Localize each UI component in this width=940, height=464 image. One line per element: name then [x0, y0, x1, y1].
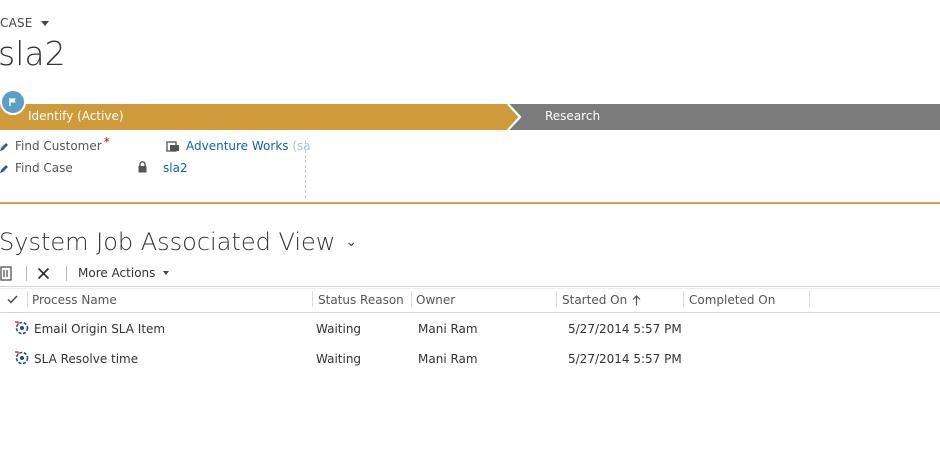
- view-selector[interactable]: System Job Associated View ⌄: [0, 228, 357, 256]
- entity-type-selector[interactable]: CASE: [0, 16, 49, 30]
- grid-header-border: [0, 312, 940, 313]
- row-started-on: 5/27/2014 5:57 PM: [568, 352, 682, 366]
- row-process-name[interactable]: Email Origin SLA Item: [34, 322, 165, 336]
- entity-type-label: CASE: [0, 16, 33, 30]
- field-column-divider: [305, 140, 306, 198]
- view-title: System Job Associated View: [0, 228, 336, 256]
- process-flag-icon[interactable]: [0, 89, 26, 115]
- column-separator: [312, 291, 313, 307]
- find-case-value[interactable]: sla2: [163, 161, 188, 175]
- pencil-icon: [0, 143, 8, 151]
- more-actions-label: More Actions: [78, 266, 156, 280]
- column-separator: [809, 291, 810, 307]
- column-header-started-on[interactable]: Started On: [562, 293, 641, 307]
- row-started-on: 5/27/2014 5:57 PM: [568, 322, 682, 336]
- column-separator: [411, 291, 412, 307]
- column-separator: [27, 291, 28, 307]
- column-separator: [683, 291, 684, 307]
- select-all-checkmark-icon[interactable]: [7, 295, 18, 304]
- add-existing-icon[interactable]: [0, 266, 14, 281]
- column-separator: [556, 291, 557, 307]
- section-divider: [0, 202, 940, 204]
- column-header-status-reason[interactable]: Status Reason: [318, 293, 404, 307]
- find-customer-value[interactable]: Adventure Works (sa: [186, 139, 311, 153]
- sort-ascending-icon: [632, 294, 641, 305]
- find-case-label: Find Case: [15, 161, 73, 175]
- row-process-name[interactable]: SLA Resolve time: [34, 352, 138, 366]
- stage-research-label: Research: [545, 109, 601, 123]
- stage-identify-label: Identify (Active): [28, 109, 124, 123]
- row-owner: Mani Ram: [418, 322, 478, 336]
- workflow-process-icon: [15, 321, 29, 335]
- row-owner: Mani Ram: [418, 352, 478, 366]
- toolbar-separator: [26, 266, 27, 281]
- caret-down-icon: [163, 271, 170, 275]
- lock-icon: [138, 161, 147, 173]
- column-header-process-name[interactable]: Process Name: [32, 293, 117, 307]
- required-asterisk: *: [103, 135, 110, 149]
- account-record-icon: [166, 141, 179, 152]
- more-actions-button[interactable]: More Actions: [78, 266, 170, 280]
- row-status-reason: Waiting: [316, 322, 362, 336]
- delete-icon[interactable]: [37, 267, 50, 280]
- toolbar-separator: [66, 266, 67, 281]
- column-header-completed-on[interactable]: Completed On: [689, 293, 775, 307]
- column-header-owner[interactable]: Owner: [416, 293, 455, 307]
- row-status-reason: Waiting: [316, 352, 362, 366]
- chevron-down-icon: ⌄: [345, 234, 358, 250]
- pencil-icon: [0, 165, 8, 173]
- grid-top-border: [0, 288, 940, 289]
- stage-chevron-separator: [506, 104, 522, 130]
- record-title: sla2: [0, 34, 66, 73]
- caret-down-icon: [40, 20, 49, 26]
- workflow-process-icon: [15, 351, 29, 365]
- grid-top-border: [0, 286, 940, 287]
- find-customer-label: Find Customer *: [15, 135, 110, 153]
